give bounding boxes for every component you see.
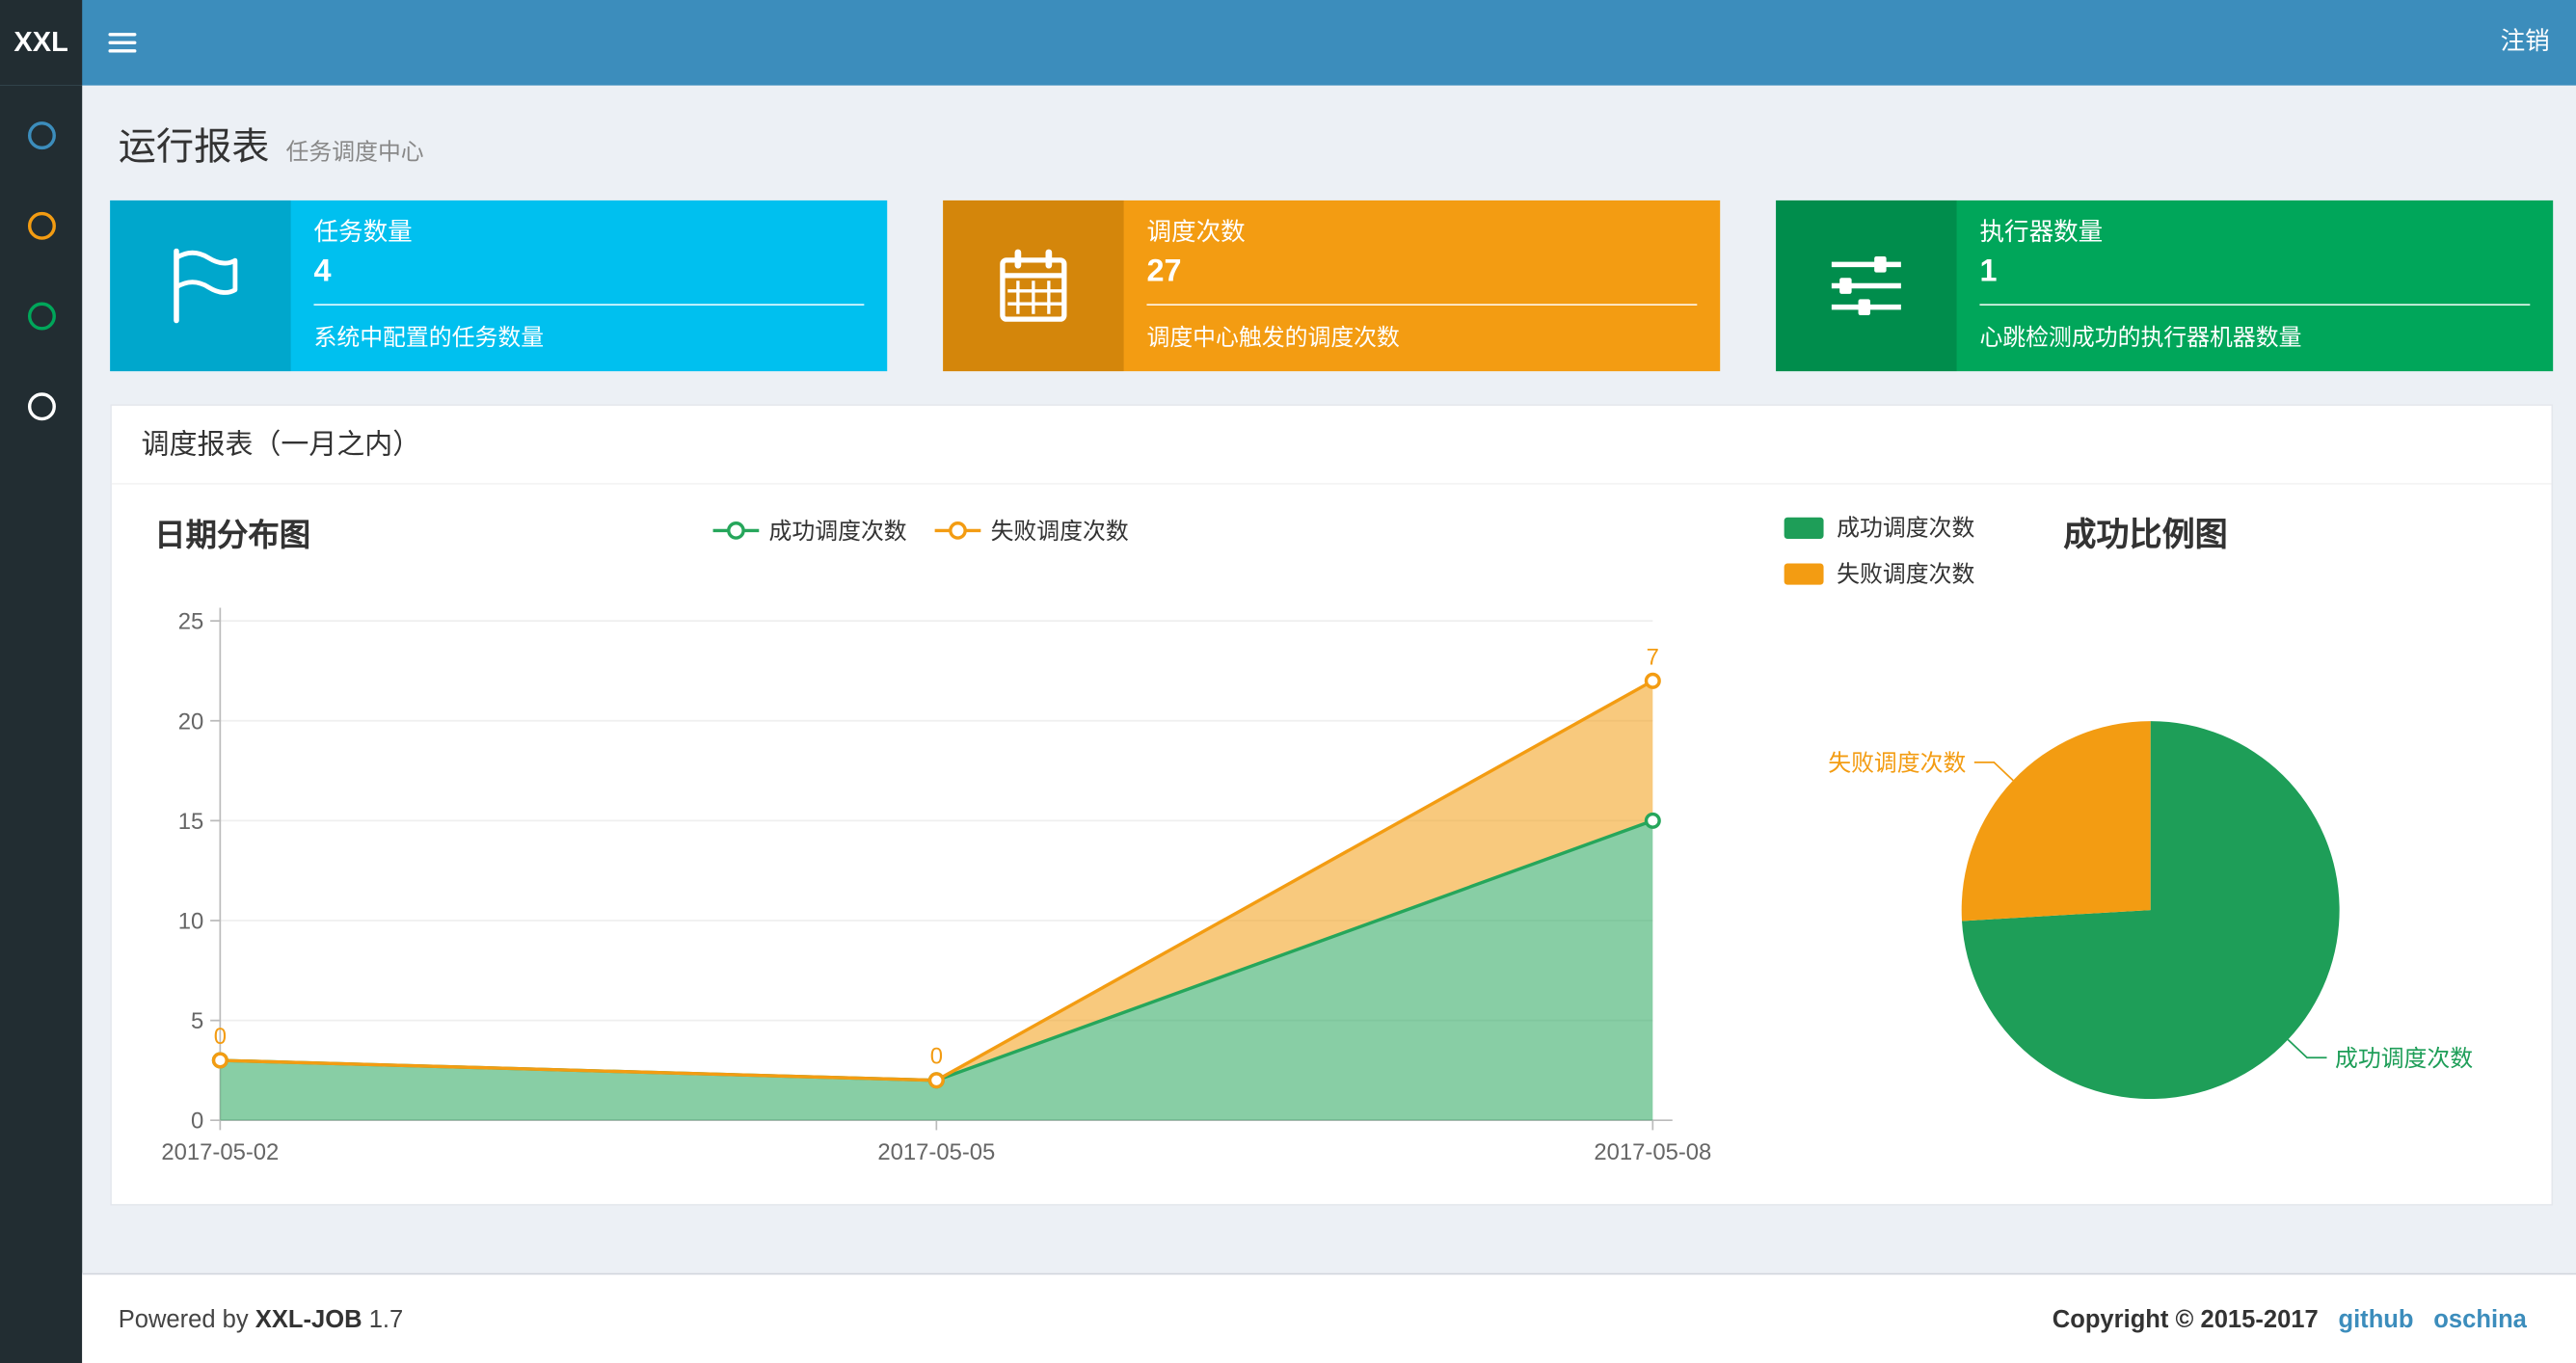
footer: Powered by XXL-JOB 1.7 Copyright © 2015-… <box>82 1272 2576 1363</box>
info-box-content: 调度次数 27 调度中心触发的调度次数 <box>1124 200 1721 371</box>
page-header: 运行报表 任务调度中心 <box>119 115 424 171</box>
sliders-icon <box>1776 200 1957 372</box>
svg-text:20: 20 <box>178 708 204 735</box>
svg-text:15: 15 <box>178 809 204 835</box>
line-chart-legend: 成功调度次数 失败调度次数 <box>711 514 1129 547</box>
info-box-desc: 调度中心触发的调度次数 <box>1146 323 1400 350</box>
dispatch-report-panel: 调度报表（一月之内） 日期分布图 成功调度次数 失败调度次数 0 5 10 15… <box>110 404 2554 1206</box>
sidebar-toggle-button[interactable] <box>82 0 161 86</box>
info-box: 调度次数 27 调度中心触发的调度次数 <box>943 200 1721 372</box>
legend-label: 失败调度次数 <box>990 517 1129 545</box>
oschina-link[interactable]: oschina <box>2433 1305 2527 1333</box>
legend-label: 失败调度次数 <box>1837 560 1975 587</box>
calendar-icon <box>943 200 1124 372</box>
version-text: 1.7 <box>368 1304 404 1333</box>
info-box-value: 1 <box>1979 254 1998 289</box>
legend-label: 成功调度次数 <box>768 517 907 545</box>
svg-text:5: 5 <box>191 1008 203 1034</box>
panel-title: 调度报表（一月之内） <box>141 428 421 461</box>
svg-text:失败调度次数: 失败调度次数 <box>1828 750 1966 776</box>
footer-powered: Powered by XXL-JOB 1.7 <box>119 1305 404 1333</box>
svg-text:2017-05-05: 2017-05-05 <box>877 1139 995 1165</box>
legend-swatch-icon <box>1784 562 1824 584</box>
panel-body: 日期分布图 成功调度次数 失败调度次数 0 5 10 15 20 25 2017… <box>112 485 2552 1204</box>
pie-chart-title: 成功比例图 <box>2063 517 2228 554</box>
info-box: 执行器数量 1 心跳检测成功的执行器机器数量 <box>1776 200 2554 372</box>
menu-report-circle-icon[interactable] <box>27 121 56 150</box>
info-box-row: 任务数量 4 系统中配置的任务数量 调度次数 27 调度中心触发的调度次数 执行… <box>110 200 2554 372</box>
info-box-desc: 心跳检测成功的执行器机器数量 <box>1979 323 2302 350</box>
pie-legend-item[interactable]: 失败调度次数 <box>1784 557 1975 590</box>
legend-label: 成功调度次数 <box>1837 514 1975 541</box>
app-logo[interactable]: XXL <box>0 0 83 86</box>
svg-text:成功调度次数: 成功调度次数 <box>2335 1046 2473 1072</box>
info-box-value: 27 <box>1146 254 1182 289</box>
top-navbar: XXL 注销 <box>0 0 2576 86</box>
success-ratio-pie-chart: 成功调度次数 失败调度次数 <box>1828 721 2473 1100</box>
sidebar <box>0 85 83 1363</box>
sidebar-menu <box>0 121 82 421</box>
menu-job-circle-icon[interactable] <box>27 211 56 240</box>
line-marker-icon <box>934 521 981 540</box>
svg-text:0: 0 <box>930 1044 943 1070</box>
info-box-title: 执行器数量 <box>1979 218 2104 247</box>
svg-text:25: 25 <box>178 609 204 635</box>
logout-link[interactable]: 注销 <box>2501 0 2550 86</box>
info-box-content: 任务数量 4 系统中配置的任务数量 <box>291 200 888 371</box>
panel-header: 调度报表（一月之内） <box>111 406 2552 485</box>
info-box-value: 4 <box>313 254 332 289</box>
svg-text:7: 7 <box>1647 644 1659 670</box>
info-box-content: 执行器数量 1 心跳检测成功的执行器机器数量 <box>1957 200 2554 371</box>
pie-legend-item[interactable]: 成功调度次数 <box>1784 511 1975 544</box>
github-link[interactable]: github <box>2338 1305 2413 1333</box>
info-box-desc: 系统中配置的任务数量 <box>313 323 545 350</box>
flag-icon <box>110 200 291 372</box>
legend-swatch-icon <box>1784 516 1824 539</box>
line-marker-icon <box>712 521 760 540</box>
info-box: 任务数量 4 系统中配置的任务数量 <box>110 200 888 372</box>
powered-text: Powered by <box>118 1304 249 1333</box>
info-box-title: 调度次数 <box>1146 218 1246 247</box>
brand-text: XXL-JOB <box>255 1304 362 1333</box>
date-distribution-chart: 05101520252017-05-02 2017-05-05 2017-05-08… <box>161 607 1711 1165</box>
svg-text:0: 0 <box>214 1024 227 1050</box>
copyright-text: Copyright © 2015-2017 <box>2052 1304 2319 1333</box>
svg-text:2017-05-02: 2017-05-02 <box>161 1139 279 1165</box>
page-subtitle: 任务调度中心 <box>285 138 424 165</box>
line-chart-title: 日期分布图 <box>154 519 311 554</box>
menu-help-circle-icon[interactable] <box>27 392 56 421</box>
line-legend-item[interactable]: 失败调度次数 <box>933 514 1129 547</box>
svg-text:2017-05-08: 2017-05-08 <box>1594 1139 1711 1165</box>
pie-chart-legend: 成功调度次数 失败调度次数 <box>1784 511 1975 602</box>
page-title: 运行报表 <box>118 124 270 168</box>
svg-text:0: 0 <box>191 1109 203 1135</box>
svg-text:10: 10 <box>178 908 204 934</box>
menu-executor-circle-icon[interactable] <box>27 302 56 331</box>
info-box-title: 任务数量 <box>313 218 413 247</box>
app: XXL 注销 运行报表 任务调度中心 任务数量 4 系统中配置的任务数量 调度次… <box>0 0 2576 1363</box>
footer-copyright: Copyright © 2015-2017 github oschina <box>2053 1305 2527 1333</box>
line-legend-item[interactable]: 成功调度次数 <box>711 514 907 547</box>
